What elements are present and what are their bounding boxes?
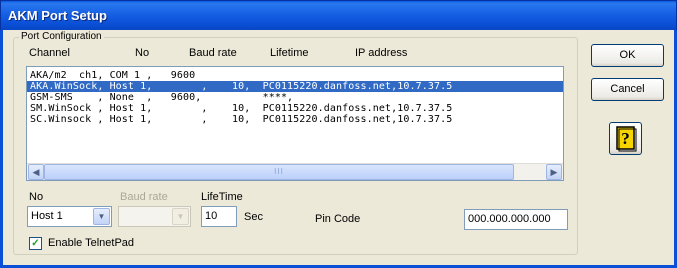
scroll-right-icon[interactable]: ▶ <box>546 164 562 180</box>
enable-telnetpad-checkbox[interactable]: ✓ <box>29 237 42 250</box>
window-title: AKM Port Setup <box>8 8 107 23</box>
ok-button[interactable]: OK <box>591 44 664 67</box>
list-item[interactable]: SM.WinSock , Host 1, , 10, PC0115220.dan… <box>27 103 563 114</box>
horizontal-scrollbar[interactable]: ◀ III ▶ <box>27 163 563 180</box>
list-item[interactable]: AKA/m2 ch1, COM 1 , 9600 <box>27 70 563 81</box>
lifetime-input[interactable]: 10 <box>201 206 237 227</box>
scroll-left-icon[interactable]: ◀ <box>28 164 44 180</box>
group-label: Port Configuration <box>19 31 104 42</box>
checkmark-icon: ✓ <box>31 238 40 249</box>
cancel-button[interactable]: Cancel <box>591 78 664 101</box>
header-channel: Channel <box>29 47 70 59</box>
header-ip-address: IP address <box>355 47 408 59</box>
pin-code-label: Pin Code <box>315 213 361 225</box>
enable-telnetpad-label[interactable]: Enable TelnetPad <box>48 237 134 249</box>
header-lifetime: Lifetime <box>270 47 309 59</box>
title-bar[interactable]: AKM Port Setup <box>0 0 677 30</box>
list-item[interactable]: SC.Winsock , Host 1, , 10, PC0115220.dan… <box>27 114 563 125</box>
sec-label: Sec <box>244 211 263 223</box>
port-list-rows: AKA/m2 ch1, COM 1 , 9600 AKA.WinSock, Ho… <box>27 70 563 125</box>
port-list[interactable]: AKA/m2 ch1, COM 1 , 9600 AKA.WinSock, Ho… <box>26 66 564 181</box>
lifetime-label: LifeTime <box>201 191 243 203</box>
no-select[interactable]: Host 1 ▼ <box>27 206 112 227</box>
help-button[interactable]: ? <box>609 122 642 155</box>
list-item[interactable]: GSM-SMS , None , 9600, ****, <box>27 92 563 103</box>
header-no: No <box>135 47 150 59</box>
scrollbar-thumb[interactable]: III <box>44 164 514 180</box>
help-icon: ? <box>616 126 637 152</box>
svg-text:?: ? <box>621 129 630 148</box>
baud-rate-label: Baud rate <box>120 191 168 203</box>
list-item-selected[interactable]: AKA.WinSock, Host 1, , 10, PC0115220.dan… <box>27 81 563 92</box>
no-select-value: Host 1 <box>31 210 63 222</box>
pin-code-input[interactable]: 000.000.000.000 <box>464 209 568 230</box>
dropdown-arrow-icon[interactable]: ▼ <box>93 208 110 225</box>
baud-rate-select: ▼ <box>118 206 191 227</box>
no-label: No <box>29 191 44 203</box>
dropdown-arrow-icon: ▼ <box>172 208 189 225</box>
header-baud-rate: Baud rate <box>189 47 237 59</box>
